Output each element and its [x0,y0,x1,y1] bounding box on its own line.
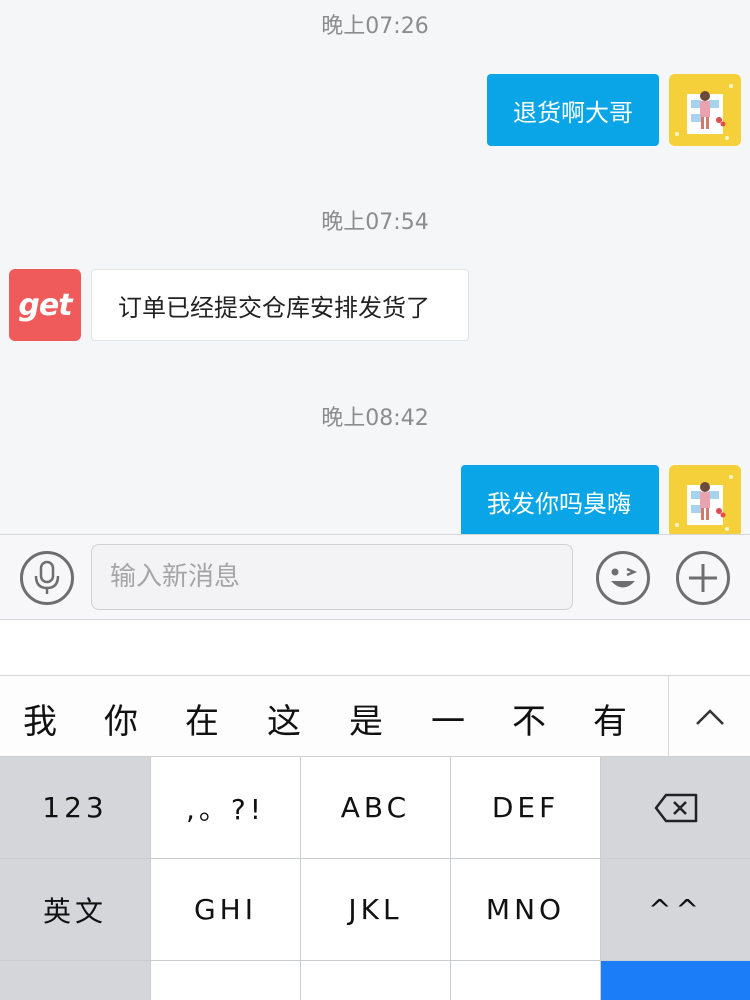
key-row3-pqrs[interactable] [151,961,300,1000]
keyboard-spacer [0,620,750,676]
shop-avatar-logo: get [18,287,72,323]
user-avatar-image [669,74,741,146]
emoji-button[interactable] [596,551,650,605]
candidate-word[interactable]: 是 [336,694,396,743]
shop-avatar[interactable]: get [9,269,81,341]
delete-key[interactable] [601,757,750,858]
message-input[interactable] [91,544,573,610]
expand-candidates-button[interactable] [668,676,750,757]
user-avatar-image [669,465,741,534]
key-abc[interactable]: ABC [301,757,450,858]
message-input-bar [0,534,750,620]
key-mno[interactable]: MNO [451,859,600,960]
backspace-icon [654,793,697,822]
chat-area[interactable]: 晚上07:26 退货啊大哥 晚上07:54 get 订单已经提交仓库安排发货了 … [0,0,750,534]
message-timestamp: 晚上08:42 [321,406,429,431]
key-ghi[interactable]: GHI [151,859,300,960]
user-avatar[interactable] [669,74,741,146]
voice-button[interactable] [20,551,74,605]
key-row3-left[interactable] [0,961,150,1000]
key-emoticon[interactable]: ^^ [601,859,750,960]
candidate-word[interactable]: 你 [91,694,151,743]
candidate-word[interactable]: 这 [254,694,314,743]
microphone-icon [34,560,60,594]
candidate-word[interactable]: 不 [499,694,559,743]
candidate-bar: 我 你 在 这 是 一 不 有 [0,676,750,757]
message-bubble-outgoing[interactable]: 我发你吗臭嗨 [461,465,659,534]
message-timestamp: 晚上07:54 [321,210,429,235]
message-bubble-incoming[interactable]: 订单已经提交仓库安排发货了 [91,269,469,341]
candidate-word[interactable]: 一 [418,694,478,743]
key-def[interactable]: DEF [451,757,600,858]
user-avatar[interactable] [669,465,741,534]
keyboard: 123 ,。?! ABC DEF 英文 GHI JKL MNO ^^ [0,757,750,1000]
key-jkl[interactable]: JKL [301,859,450,960]
key-row3-tuv[interactable] [301,961,450,1000]
more-button[interactable] [676,551,730,605]
candidate-word[interactable]: 有 [580,694,640,743]
candidate-word[interactable]: 在 [172,694,232,743]
message-bubble-outgoing[interactable]: 退货啊大哥 [487,74,659,146]
message-timestamp: 晚上07:26 [321,14,429,39]
key-english[interactable]: 英文 [0,859,150,960]
key-punctuation[interactable]: ,。?! [151,757,300,858]
key-numbers[interactable]: 123 [0,757,150,858]
key-row3-wxyz[interactable] [451,961,600,1000]
send-key[interactable] [601,961,750,1000]
chevron-up-icon [695,708,724,725]
candidate-word[interactable]: 我 [10,694,70,743]
wink-emoji-icon [611,567,638,588]
plus-icon [689,564,717,592]
